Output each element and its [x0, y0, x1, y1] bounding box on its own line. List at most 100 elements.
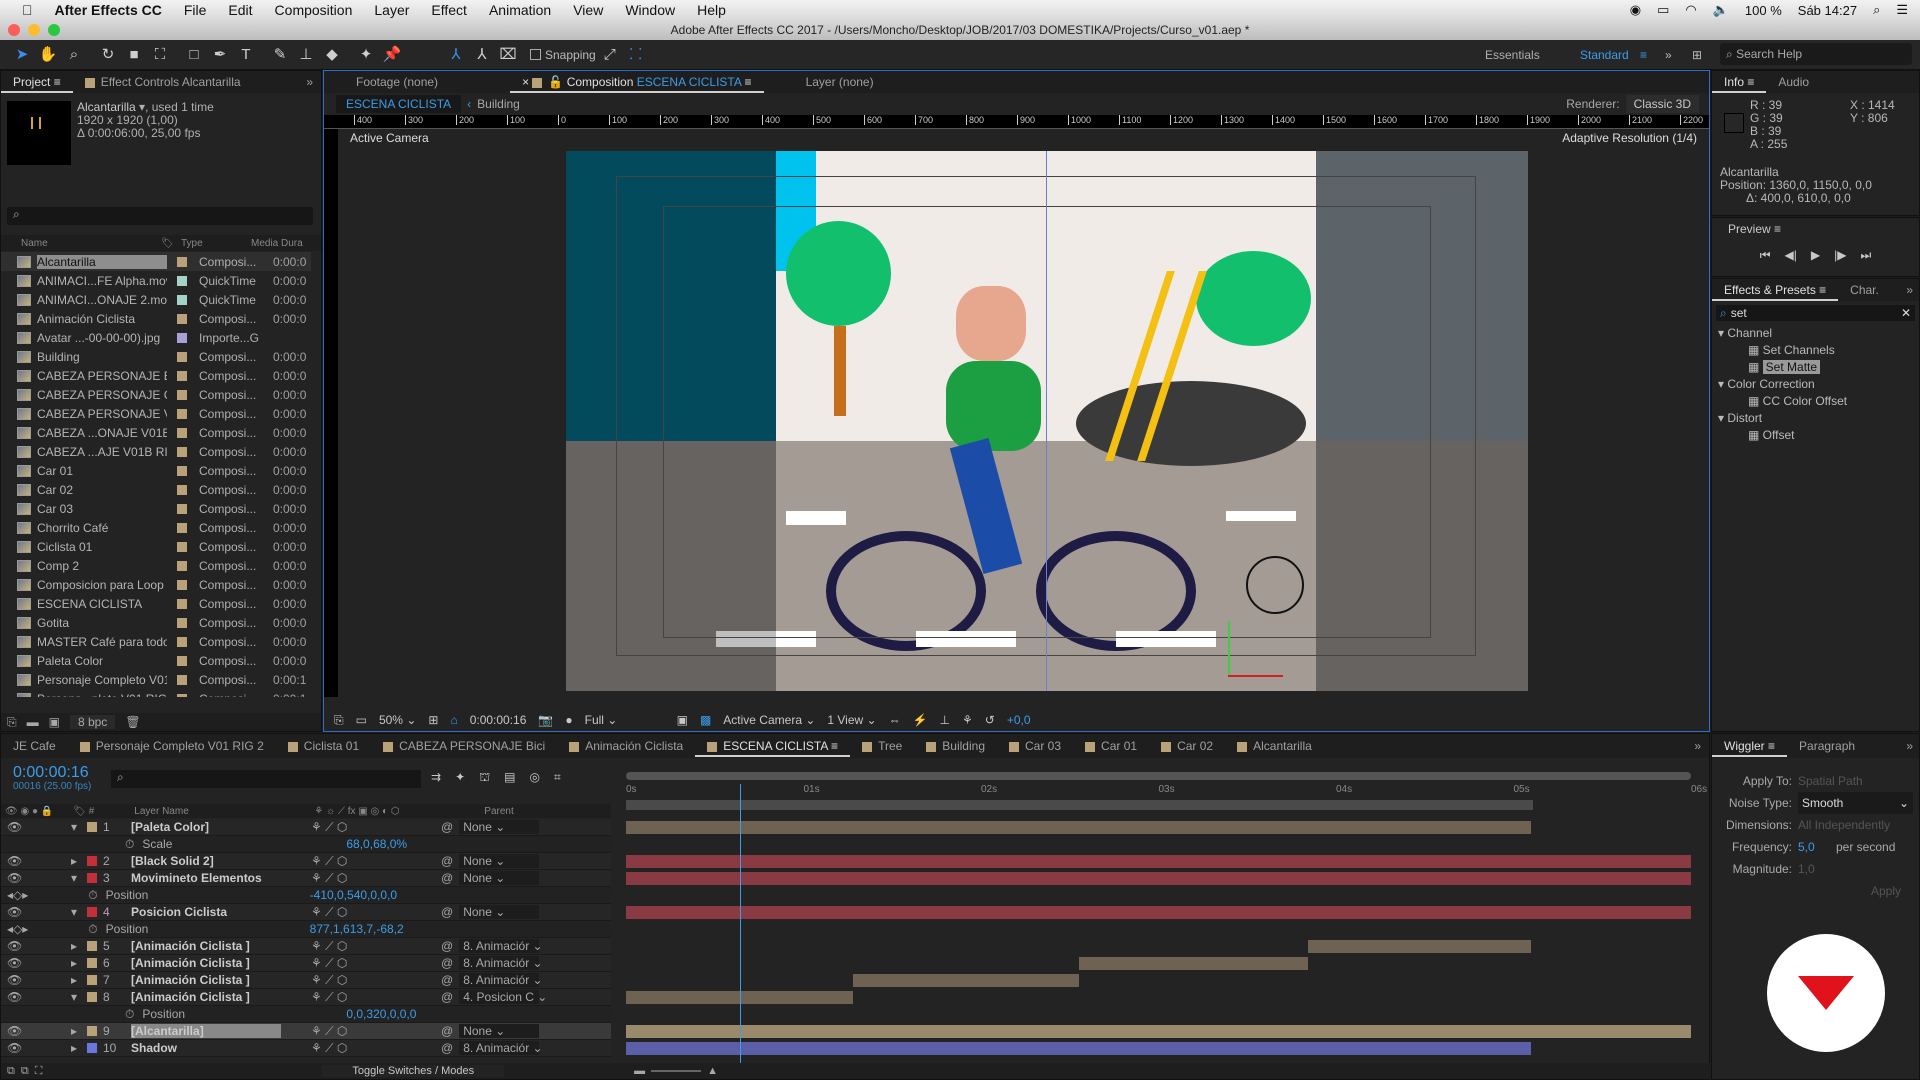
label-swatch[interactable]	[177, 313, 187, 324]
stopwatch-icon[interactable]: ⏱	[125, 837, 134, 852]
comp-viewer[interactable]: Active Camera Adaptive Resolution (1/4)	[338, 129, 1709, 697]
volume-icon[interactable]: 🔈	[1713, 2, 1729, 18]
project-item[interactable]: Ciclista 01 Composi... 0:00:0	[1, 537, 311, 556]
snapshot-icon[interactable]: 📷	[538, 713, 553, 727]
motion-blur-icon[interactable]: ◎	[530, 770, 540, 786]
parent-select[interactable]: 8. Animaciór ⌄	[459, 956, 543, 970]
pickwhip-icon[interactable]: @	[441, 939, 453, 953]
layer-switches-icon[interactable]: ⚘ ⟋ ⬡	[311, 854, 431, 869]
camera-tool-icon[interactable]: ■	[122, 43, 146, 67]
display-icon[interactable]: ▭	[356, 713, 367, 727]
resolution-select[interactable]: Full ⌄	[585, 713, 665, 727]
label-swatch[interactable]	[177, 560, 187, 571]
pickwhip-icon[interactable]: @	[441, 905, 453, 919]
layer-row[interactable]: 👁 ▸ 7 [Animación Ciclista ] ⚘ ⟋ ⬡ @8. Animaci…	[1, 972, 611, 989]
breadcrumb-building[interactable]: Building	[477, 97, 520, 111]
apple-icon[interactable]: 	[22, 2, 33, 18]
project-item[interactable]: Paleta Color Composi... 0:00:0	[1, 651, 311, 670]
label-swatch[interactable]	[87, 1026, 97, 1036]
project-item[interactable]: CABEZA ...ONAJE V01B Composi... 0:00:0	[1, 423, 311, 442]
zoom-window-button[interactable]	[48, 24, 60, 36]
effect-item[interactable]: ▦ Offset	[1712, 427, 1919, 444]
layer-name[interactable]: [Animación Ciclista ]	[131, 939, 281, 953]
current-time-button[interactable]: 0:00:00:16	[470, 713, 527, 727]
effect-item[interactable]: ▦ CC Color Offset	[1712, 393, 1919, 410]
clock[interactable]: Sáb 14:27	[1798, 3, 1857, 18]
column-duration[interactable]: Media Dura	[251, 238, 303, 249]
visibility-eye-icon[interactable]: 👁	[7, 956, 23, 970]
menu-edit[interactable]: Edit	[228, 2, 252, 18]
current-timecode[interactable]: 0:00:00:16	[13, 765, 91, 781]
rotate-tool-icon[interactable]: ↻	[96, 43, 120, 67]
label-swatch[interactable]	[177, 389, 187, 400]
parent-select[interactable]: 4. Posicion C ⌄	[459, 990, 547, 1004]
selection-tool-icon[interactable]: ➤	[10, 43, 34, 67]
layer-name[interactable]: Posicion Ciclista	[131, 905, 281, 919]
fast-previews-icon[interactable]: ⚡	[913, 713, 928, 727]
layer-name[interactable]: Shadow	[131, 1041, 281, 1055]
layer-switches-icon[interactable]: ⚘ ⟋ ⬡	[311, 871, 431, 886]
label-swatch[interactable]	[177, 617, 187, 628]
eraser-tool-icon[interactable]: ◆	[320, 43, 344, 67]
expand-arrow-icon[interactable]: ▸	[71, 1041, 83, 1055]
column-type[interactable]: Type	[181, 238, 251, 249]
tab-footage[interactable]: Footage (none)	[344, 71, 450, 93]
layer-row[interactable]: 👁 ▾ 4 Posicion Ciclista ⚘ ⟋ ⬡ @ None ⌄	[1, 904, 611, 921]
expand-arrow-icon[interactable]: ▸	[71, 956, 83, 970]
label-swatch[interactable]	[177, 275, 187, 286]
layer-duration-bar[interactable]	[1078, 957, 1308, 970]
rectangle-tool-icon[interactable]: □	[182, 43, 206, 67]
visibility-eye-icon[interactable]: 👁	[7, 1041, 23, 1055]
workspace-overflow-icon[interactable]: »	[1665, 48, 1672, 62]
project-item[interactable]: Animación Ciclista Composi... 0:00:0	[1, 309, 311, 328]
zoom-range-bar[interactable]	[626, 800, 1533, 810]
always-preview-icon[interactable]: ⎘	[334, 713, 344, 728]
layer-name[interactable]: [Animación Ciclista ]	[131, 956, 281, 970]
layer-row[interactable]: 👁 ▸ 2 [Black Solid 2] ⚘ ⟋ ⬡ @ None ⌄	[1, 853, 611, 870]
parent-select[interactable]: None ⌄	[459, 854, 540, 868]
parent-select[interactable]: None ⌄	[459, 871, 540, 885]
layer-duration-bar[interactable]	[626, 1025, 1691, 1038]
layer-row[interactable]: 👁 ▸ 9 [Alcantarilla] ⚘ ⟋ ⬡ @ None ⌄	[1, 1023, 611, 1040]
project-item[interactable]: CABEZA PERSONAJE V01 Composi... 0:00:0	[1, 404, 311, 423]
column-parent[interactable]: Parent	[484, 806, 513, 817]
expand-transfer-controls-icon[interactable]: ⧉	[21, 1065, 29, 1078]
tab-info[interactable]: Info ≡	[1712, 71, 1767, 93]
parent-select[interactable]: 8. Animaciór ⌄	[459, 973, 543, 987]
camera-select[interactable]: Active Camera ⌄	[723, 713, 815, 727]
layer-row[interactable]: 👁 ▸ 5 [Animación Ciclista ] ⚘ ⟋ ⬡ @8. Animaci…	[1, 938, 611, 955]
layer-switches-icon[interactable]: ⚘ ⟋ ⬡	[311, 905, 431, 920]
label-swatch[interactable]	[87, 907, 97, 917]
project-item[interactable]: ESCENA CICLISTA Composi... 0:00:0	[1, 594, 311, 613]
effect-item[interactable]: ▦ Set Channels	[1712, 342, 1919, 359]
project-item[interactable]: Composicion para Loop Composi... 0:00:0	[1, 575, 311, 594]
visibility-eye-icon[interactable]: 👁	[7, 905, 23, 919]
clear-search-icon[interactable]: ✕	[1901, 306, 1911, 320]
label-column-icon[interactable]: 🏷	[161, 238, 181, 249]
label-swatch[interactable]	[177, 693, 187, 697]
timeline-tab[interactable]: Car 01	[1073, 735, 1149, 757]
stopwatch-icon[interactable]: ⏱	[88, 888, 97, 903]
expand-arrow-icon[interactable]: ▾	[71, 871, 83, 885]
draft-3d-icon[interactable]: ✦	[455, 770, 465, 786]
timeline-tab[interactable]: Building	[914, 735, 997, 757]
expand-arrow-icon[interactable]: ▸	[71, 1024, 83, 1038]
tab-wiggler[interactable]: Wiggler ≡	[1712, 735, 1788, 757]
project-item[interactable]: Building Composi... 0:00:0	[1, 347, 311, 366]
timeline-tab[interactable]: Ciclista 01	[276, 735, 371, 757]
layer-switches-icon[interactable]: ⚘ ⟋ ⬡	[311, 820, 431, 835]
views-select[interactable]: 1 View ⌄	[827, 713, 876, 727]
label-swatch[interactable]	[177, 674, 187, 685]
puppet-pin-tool-icon[interactable]: 📌	[380, 43, 404, 67]
layer-switches-icon[interactable]: ⚘ ⟋ ⬡	[311, 973, 431, 988]
previous-frame-icon[interactable]: ◀|	[1785, 248, 1797, 263]
panel-overflow-icon[interactable]: »	[1906, 283, 1913, 297]
label-swatch[interactable]	[177, 332, 187, 343]
timeline-tab[interactable]: CABEZA PERSONAJE Bici	[371, 735, 557, 757]
label-swatch[interactable]	[177, 484, 187, 495]
property-row[interactable]: ◂◇▸ ⏱ Position 877,1,613,7,-68,2	[1, 921, 611, 938]
layer-switches-icon[interactable]: ⚘ ⟋ ⬡	[311, 956, 431, 971]
menu-help[interactable]: Help	[697, 2, 726, 18]
label-swatch[interactable]	[177, 579, 187, 590]
transparency-grid-icon[interactable]: ▩	[700, 713, 711, 727]
